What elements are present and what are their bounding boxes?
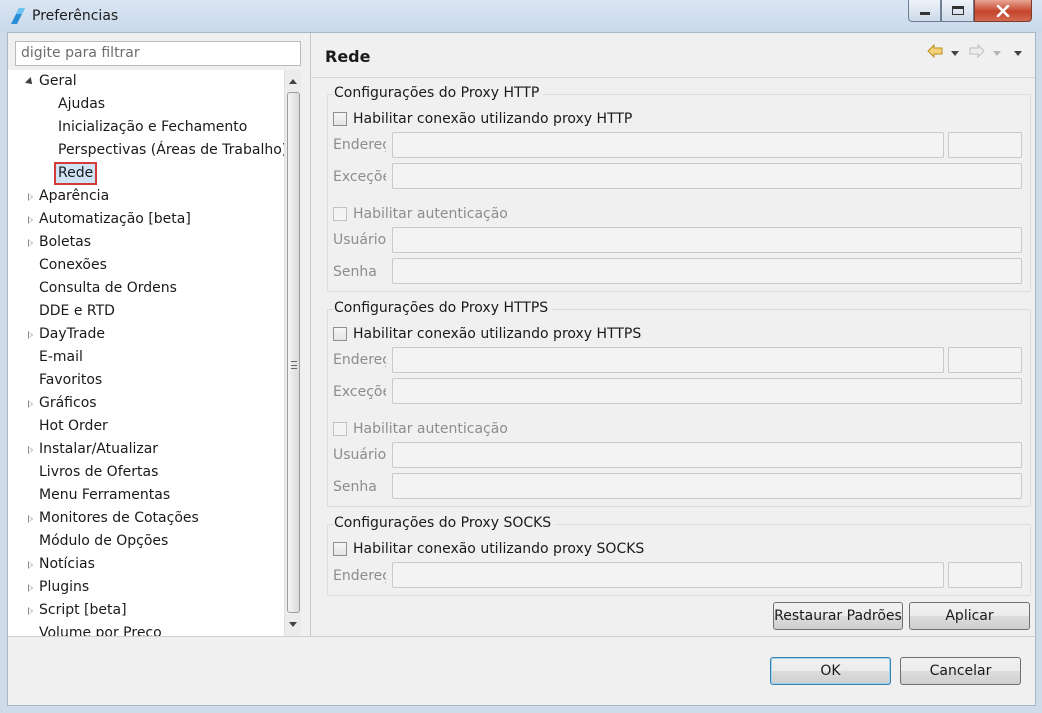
http-auth-row: Habilitar autenticação — [333, 205, 508, 223]
tree-item[interactable]: Inicialização e Fechamento — [58, 116, 247, 139]
tree-item[interactable]: Volume por Preço — [39, 622, 162, 636]
tree-item[interactable]: DDE e RTD — [39, 300, 115, 323]
collapsed-triangle-icon[interactable] — [25, 514, 35, 524]
collapsed-triangle-icon[interactable] — [25, 215, 35, 225]
socks-proxy-group-label: Configurações do Proxy SOCKS — [334, 515, 556, 531]
socks-port-field — [948, 562, 1022, 588]
socks-enable-label: Habilitar conexão utilizando proxy SOCKS — [353, 541, 645, 557]
forward-arrow-icon[interactable] — [969, 43, 985, 62]
https-exceptions-field — [392, 378, 1022, 404]
https-user-label: Usuário — [333, 447, 386, 463]
back-history-dropdown-icon[interactable] — [951, 51, 959, 56]
ok-button[interactable]: OK — [770, 657, 891, 685]
https-enable-checkbox[interactable] — [333, 327, 347, 341]
collapsed-triangle-icon[interactable] — [25, 330, 35, 340]
http-auth-label: Habilitar autenticação — [353, 206, 508, 222]
https-port-field — [948, 347, 1022, 373]
tree-item[interactable]: Módulo de Opções — [39, 530, 168, 553]
https-exceptions-label: Exceções — [333, 384, 386, 400]
https-password-field — [392, 473, 1022, 499]
socks-enable-row[interactable]: Habilitar conexão utilizando proxy SOCKS — [333, 540, 644, 558]
collapsed-triangle-icon[interactable] — [25, 238, 35, 248]
window-titlebar: Preferências — [0, 0, 1042, 32]
tree-item[interactable]: E-mail — [39, 346, 83, 369]
http-password-field — [392, 258, 1022, 284]
scroll-down-arrow-icon[interactable] — [289, 622, 297, 627]
close-icon — [996, 4, 1010, 17]
restore-defaults-button[interactable]: Restaurar Padrões — [773, 602, 903, 630]
tree-item[interactable]: Hot Order — [39, 415, 108, 438]
https-enable-label: Habilitar conexão utilizando proxy HTTPS — [353, 326, 642, 342]
socks-address-field — [392, 562, 944, 588]
tree-scrollbar[interactable] — [284, 70, 301, 636]
collapsed-triangle-icon[interactable] — [25, 445, 35, 455]
maximize-icon — [951, 6, 964, 15]
tree-item[interactable]: Favoritos — [39, 369, 102, 392]
filter-placeholder: digite para filtrar — [21, 45, 140, 61]
scroll-up-arrow-icon[interactable] — [289, 79, 297, 84]
preferences-tree: Geral Ajudas Inicialização e Fechamento … — [8, 70, 301, 636]
view-menu-icon[interactable] — [1014, 51, 1022, 56]
http-password-label: Senha — [333, 264, 377, 280]
https-auth-checkbox — [333, 422, 347, 436]
collapsed-triangle-icon[interactable] — [25, 583, 35, 593]
socks-address-label: Endereço — [333, 568, 386, 584]
tree-item[interactable]: Perspectivas (Áreas de Trabalho) — [58, 139, 287, 162]
http-exceptions-label: Exceções — [333, 169, 386, 185]
close-window-button[interactable] — [974, 0, 1032, 22]
maximize-button[interactable] — [941, 0, 974, 22]
http-proxy-group-label: Configurações do Proxy HTTP — [334, 85, 544, 101]
tree-item-selected[interactable]: Rede — [54, 162, 98, 185]
https-user-field — [392, 442, 1022, 468]
https-auth-row: Habilitar autenticação — [333, 420, 508, 438]
apply-button[interactable]: Aplicar — [909, 602, 1030, 630]
tree-item[interactable]: Ajudas — [58, 93, 105, 116]
http-port-field — [948, 132, 1022, 158]
https-address-label: Endereço — [333, 352, 386, 368]
http-user-label: Usuário — [333, 232, 386, 248]
expanded-triangle-icon[interactable] — [25, 76, 35, 86]
collapsed-triangle-icon[interactable] — [25, 606, 35, 616]
app-logo-icon — [10, 7, 26, 29]
http-enable-checkbox[interactable] — [333, 112, 347, 126]
tree-item[interactable]: Conexões — [39, 254, 107, 277]
header-separator — [311, 77, 1035, 78]
http-address-label: Endereço — [333, 137, 386, 153]
window-title: Preferências — [32, 8, 119, 24]
tree-item[interactable]: Consulta de Ordens — [39, 277, 177, 300]
http-auth-checkbox — [333, 207, 347, 221]
cancel-button[interactable]: Cancelar — [900, 657, 1021, 685]
filter-input[interactable]: digite para filtrar — [15, 41, 301, 66]
https-auth-label: Habilitar autenticação — [353, 421, 508, 437]
https-proxy-group-label: Configurações do Proxy HTTPS — [334, 300, 553, 316]
collapsed-triangle-icon[interactable] — [25, 399, 35, 409]
http-address-field — [392, 132, 944, 158]
collapsed-triangle-icon[interactable] — [25, 192, 35, 202]
button-bar-separator — [8, 636, 1037, 637]
tree-item[interactable]: Livros de Ofertas — [39, 461, 158, 484]
minimize-button[interactable] — [908, 0, 941, 22]
back-arrow-icon[interactable] — [927, 43, 943, 62]
page-title: Rede — [325, 47, 371, 66]
https-address-field — [392, 347, 944, 373]
scrollbar-thumb[interactable] — [287, 92, 300, 613]
forward-history-dropdown-icon — [993, 51, 1001, 56]
collapsed-triangle-icon[interactable] — [25, 560, 35, 570]
scrollbar-grip-icon — [291, 361, 297, 369]
http-enable-label: Habilitar conexão utilizando proxy HTTP — [353, 111, 633, 127]
https-enable-row[interactable]: Habilitar conexão utilizando proxy HTTPS — [333, 325, 641, 343]
preferences-dialog: digite para filtrar Geral Ajudas Inicial… — [7, 32, 1037, 706]
http-enable-row[interactable]: Habilitar conexão utilizando proxy HTTP — [333, 110, 632, 128]
minimize-icon — [919, 12, 930, 15]
selected-tree-label: Rede — [54, 162, 98, 185]
http-exceptions-field — [392, 163, 1022, 189]
https-password-label: Senha — [333, 479, 377, 495]
tree-item[interactable]: Menu Ferramentas — [39, 484, 170, 507]
socks-enable-checkbox[interactable] — [333, 542, 347, 556]
panel-divider — [310, 33, 311, 636]
http-user-field — [392, 227, 1022, 253]
